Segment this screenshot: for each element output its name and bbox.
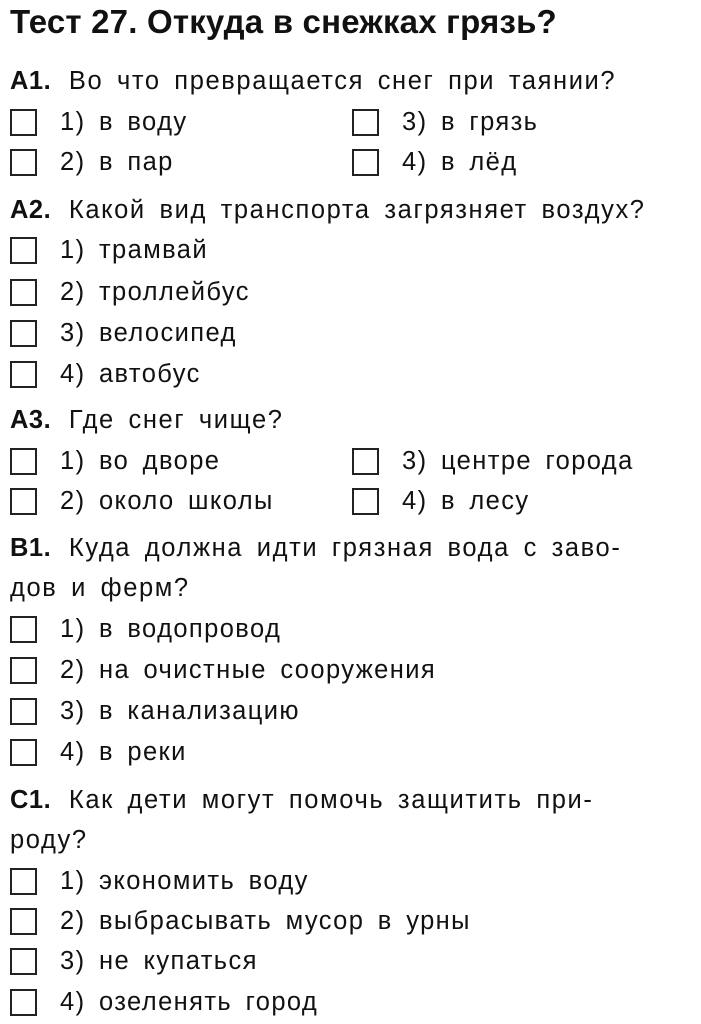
checkbox[interactable] xyxy=(10,236,37,264)
question-number: A1. xyxy=(10,67,52,95)
question-c1: C1. Как дети могут помочь защитить при- xyxy=(10,780,594,820)
option-c1-4[interactable]: 4) озеленять город xyxy=(10,982,318,1022)
question-text: Как дети могут помочь защитить при- xyxy=(68,786,594,814)
option-label: 1) трамвай xyxy=(60,236,209,264)
checkbox[interactable] xyxy=(10,108,37,136)
option-a3-2[interactable]: 2) около школы xyxy=(10,481,274,521)
checkbox[interactable] xyxy=(10,697,37,725)
checkbox[interactable] xyxy=(10,487,37,515)
checkbox[interactable] xyxy=(10,867,37,895)
checkbox[interactable] xyxy=(352,148,379,176)
option-label: 2) выбрасывать мусор в урны xyxy=(60,907,471,935)
option-label: 4) озеленять город xyxy=(60,988,319,1016)
option-a2-3[interactable]: 3) велосипед xyxy=(10,313,237,353)
option-label: 1) в воду xyxy=(60,108,188,136)
option-c1-1[interactable]: 1) экономить воду xyxy=(10,861,309,901)
checkbox[interactable] xyxy=(10,148,37,176)
question-number: A3. xyxy=(10,406,52,434)
option-label: 4) в реки xyxy=(60,738,187,766)
question-b1: B1. Куда должна идти грязная вода с заво… xyxy=(10,528,621,568)
option-a2-4[interactable]: 4) автобус xyxy=(10,354,201,394)
option-label: 3) велосипед xyxy=(60,319,237,347)
option-label: 4) в лесу xyxy=(402,487,530,515)
question-text: роду? xyxy=(10,826,88,854)
option-label: 1) в водопровод xyxy=(60,615,282,643)
option-c1-2[interactable]: 2) выбрасывать мусор в урны xyxy=(10,901,471,941)
option-b1-3[interactable]: 3) в канализацию xyxy=(10,691,300,731)
question-a3: A3. Где снег чище? xyxy=(10,400,284,440)
question-text: Где снег чище? xyxy=(68,406,284,434)
checkbox[interactable] xyxy=(10,360,37,388)
question-text: Какой вид транспорта загрязняет воздух? xyxy=(68,196,646,224)
option-a2-2[interactable]: 2) троллейбус xyxy=(10,272,250,312)
option-b1-2[interactable]: 2) на очистные сооружения xyxy=(10,650,436,690)
option-a1-1[interactable]: 1) в воду xyxy=(10,102,188,142)
option-label: 3) центре города xyxy=(402,447,634,475)
question-text: Во что превращается снег при таянии? xyxy=(68,67,617,95)
option-label: 2) в пар xyxy=(60,148,174,176)
question-a2: A2. Какой вид транспорта загрязняет возд… xyxy=(10,190,646,230)
checkbox[interactable] xyxy=(352,108,379,136)
option-label: 1) экономить воду xyxy=(60,867,309,895)
checkbox[interactable] xyxy=(352,487,379,515)
option-a1-4[interactable]: 4) в лёд xyxy=(352,142,518,182)
question-number: B1. xyxy=(10,534,52,562)
option-a3-3[interactable]: 3) центре города xyxy=(352,441,634,481)
checkbox[interactable] xyxy=(10,447,37,475)
option-label: 2) на очистные сооружения xyxy=(60,656,437,684)
option-label: 1) во дворе xyxy=(60,447,221,475)
checkbox[interactable] xyxy=(10,656,37,684)
checkbox[interactable] xyxy=(10,615,37,643)
option-b1-1[interactable]: 1) в водопровод xyxy=(10,609,281,649)
question-number: C1. xyxy=(10,786,52,814)
option-a3-4[interactable]: 4) в лесу xyxy=(352,481,530,521)
option-label: 4) автобус xyxy=(60,360,201,388)
checkbox[interactable] xyxy=(10,988,37,1016)
option-label: 2) троллейбус xyxy=(60,278,250,306)
checkbox[interactable] xyxy=(10,738,37,766)
question-a1: A1. Во что превращается снег при таянии? xyxy=(10,61,616,101)
checkbox[interactable] xyxy=(10,319,37,347)
option-label: 3) не купаться xyxy=(60,947,258,975)
option-label: 4) в лёд xyxy=(402,148,518,176)
checkbox[interactable] xyxy=(10,278,37,306)
option-a1-3[interactable]: 3) в грязь xyxy=(352,102,538,142)
question-b1-continued: дов и ферм? xyxy=(10,568,190,608)
option-label: 3) в канализацию xyxy=(60,697,300,725)
question-text: Куда должна идти грязная вода с заво- xyxy=(68,534,622,562)
option-a3-1[interactable]: 1) во дворе xyxy=(10,441,220,481)
question-text: дов и ферм? xyxy=(10,574,190,602)
option-b1-4[interactable]: 4) в реки xyxy=(10,732,187,772)
option-c1-3[interactable]: 3) не купаться xyxy=(10,941,258,981)
option-label: 3) в грязь xyxy=(402,108,539,136)
question-c1-continued: роду? xyxy=(10,820,88,860)
checkbox[interactable] xyxy=(10,907,37,935)
option-a2-1[interactable]: 1) трамвай xyxy=(10,230,208,270)
checkbox[interactable] xyxy=(10,947,37,975)
checkbox[interactable] xyxy=(352,447,379,475)
option-a1-2[interactable]: 2) в пар xyxy=(10,142,174,182)
test-title: Тест 27. Откуда в снежках грязь? xyxy=(10,3,557,40)
option-label: 2) около школы xyxy=(60,487,274,515)
question-number: A2. xyxy=(10,196,52,224)
